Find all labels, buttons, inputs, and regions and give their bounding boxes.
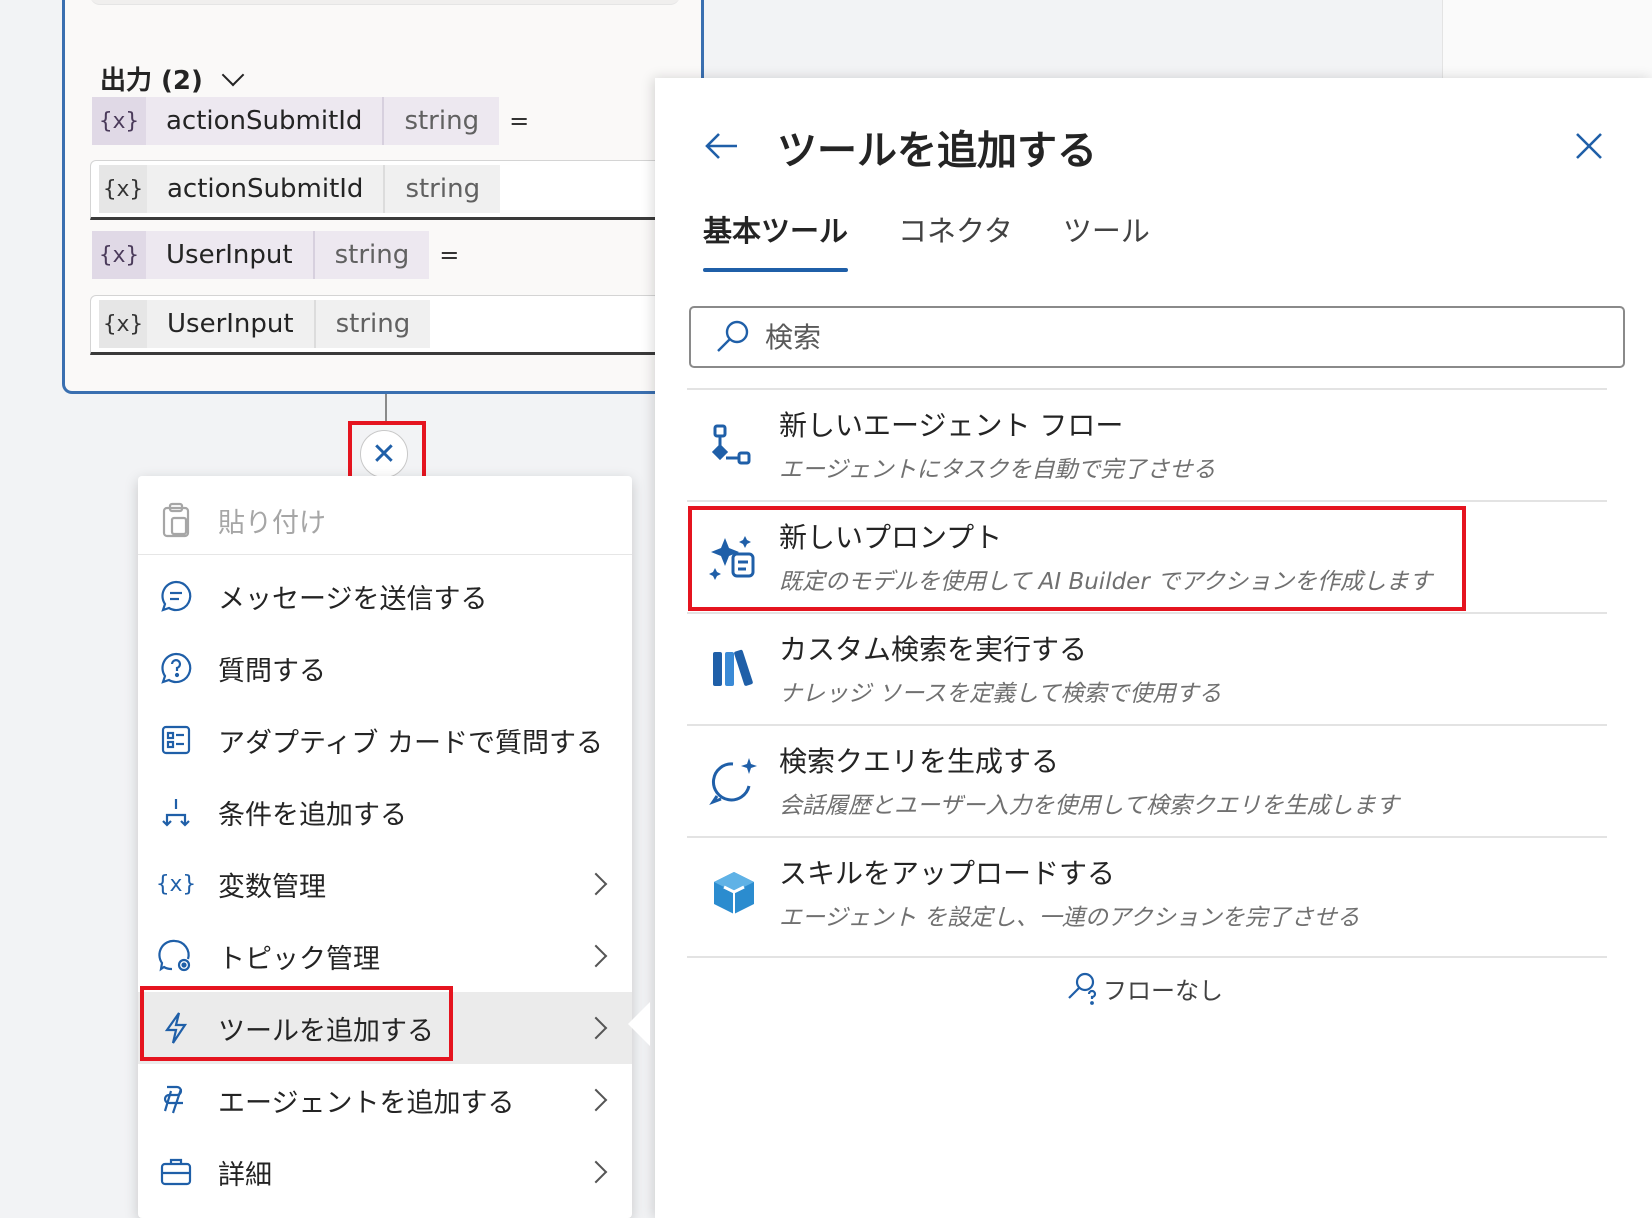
tool-item-upload-skill[interactable]: スキルをアップロードする エージェント を設定し、一連のアクションを完了させる: [687, 836, 1607, 950]
briefcase-icon: [156, 1152, 196, 1192]
tool-item-agent-flow[interactable]: 新しいエージェント フロー エージェントにタスクを自動で完了させる: [687, 388, 1607, 502]
tool-item-title: スキルをアップロードする: [779, 857, 1116, 890]
no-flow-message: フローなし: [1065, 970, 1223, 1006]
search-icon: [717, 320, 749, 352]
output-variable-type: string: [314, 231, 430, 279]
variable-icon: {x}: [156, 871, 196, 897]
chevron-down-icon: [221, 63, 245, 86]
flow-icon: [711, 424, 751, 465]
menu-item-adaptive-card[interactable]: アダプティブ カードで質問する: [138, 704, 632, 776]
panel-title: ツールを追加する: [777, 128, 1097, 174]
tool-item-subtitle: 会話履歴とユーザー入力を使用して検索クエリを生成します: [779, 793, 1399, 819]
tool-item-custom-search[interactable]: カスタム検索を実行する ナレッジ ソースを定義して検索で使用する: [687, 612, 1607, 726]
search-input[interactable]: [763, 319, 1567, 355]
tool-item-title: 検索クエリを生成する: [779, 745, 1060, 778]
tool-tabs: 基本ツール コネクタ ツール: [703, 208, 1150, 272]
tool-item-generate-query[interactable]: 検索クエリを生成する 会話履歴とユーザー入力を使用して検索クエリを生成します: [687, 724, 1607, 838]
output-variable-name: UserInput: [146, 231, 315, 279]
variable-icon: {x}: [92, 231, 146, 279]
output-mapping-field[interactable]: {x} UserInput string: [90, 295, 695, 355]
outputs-header-label: 出力 (2): [100, 66, 203, 96]
clipboard-icon: [156, 500, 196, 540]
output-variable-name: actionSubmitId: [146, 97, 385, 145]
menu-item-label: 貼り付け: [218, 507, 326, 539]
cube-icon: [714, 872, 754, 914]
output-mapping-field[interactable]: {x} actionSubmitId string: [90, 160, 695, 220]
menu-item-label: アダプティブ カードで質問する: [218, 727, 603, 759]
menu-item-add-agent[interactable]: エージェントを追加する: [138, 1064, 632, 1136]
menu-item-label: 質問する: [218, 655, 326, 687]
no-flow-label: フローなし: [1103, 976, 1223, 1005]
equals-sign: =: [439, 241, 460, 269]
output-variable-type: string: [384, 97, 500, 145]
menu-item-add-condition[interactable]: 条件を追加する: [138, 776, 632, 848]
canvas-background-panel: [1442, 0, 1652, 80]
chevron-right-icon: [584, 944, 608, 968]
question-icon: [156, 648, 196, 688]
mapped-variable-name: UserInput: [147, 300, 316, 348]
topic-settings-icon: [156, 936, 196, 976]
list-divider: [687, 956, 1607, 958]
mapped-variable-type: string: [385, 165, 501, 213]
tool-item-subtitle: エージェントにタスクを自動で完了させる: [779, 457, 1216, 483]
tool-item-title: 新しいエージェント フロー: [779, 409, 1124, 442]
menu-item-label: 詳細: [218, 1159, 272, 1191]
node-top-bar: [90, 0, 680, 5]
menu-item-label: トピック管理: [218, 943, 380, 975]
tab-basic-tools[interactable]: 基本ツール: [703, 208, 849, 272]
tool-item-title: カスタム検索を実行する: [779, 633, 1088, 666]
menu-pointer: [628, 1002, 650, 1046]
output-variable-pill[interactable]: {x} actionSubmitId string =: [92, 97, 529, 145]
search-box[interactable]: [689, 306, 1625, 368]
outputs-header[interactable]: 出力 (2): [100, 60, 245, 97]
search-question-icon: [1068, 972, 1097, 1005]
node-connector-line: [385, 394, 387, 424]
agent-icon: [156, 1080, 196, 1120]
menu-item-ask-question[interactable]: 質問する: [138, 632, 632, 704]
equals-sign: =: [509, 107, 530, 135]
chevron-right-icon: [584, 872, 608, 896]
menu-item-label: メッセージを送信する: [218, 583, 488, 615]
tool-item-subtitle: ナレッジ ソースを定義して検索で使用する: [779, 681, 1222, 707]
menu-item-label: エージェントを追加する: [218, 1087, 515, 1119]
add-tool-panel: ツールを追加する 基本ツール コネクタ ツール 新しいエージェント フロー エー…: [655, 78, 1652, 1218]
menu-divider: [138, 554, 632, 555]
menu-item-label: 変数管理: [218, 871, 326, 903]
close-icon[interactable]: [1573, 130, 1605, 162]
variable-icon: {x}: [99, 165, 147, 213]
highlight-box: [140, 986, 453, 1061]
chevron-right-icon: [584, 1016, 608, 1040]
tab-connectors[interactable]: コネクタ: [898, 208, 1013, 272]
tool-item-subtitle: エージェント を設定し、一連のアクションを完了させる: [779, 905, 1360, 931]
menu-item-variable-management[interactable]: {x} 変数管理: [138, 848, 632, 920]
question-node-card: 出力 (2) {x} actionSubmitId string = {x} a…: [62, 0, 704, 394]
back-arrow-icon[interactable]: [701, 126, 741, 166]
variable-icon: {x}: [99, 300, 147, 348]
tab-tools[interactable]: ツール: [1063, 208, 1150, 272]
menu-item-paste[interactable]: 貼り付け: [138, 484, 632, 556]
branch-icon: [156, 792, 196, 832]
mapped-variable-type: string: [315, 300, 431, 348]
chat-icon: [156, 576, 196, 616]
add-node-menu: 貼り付け メッセージを送信する 質問する アダプティブ カードで質問する 条件を…: [138, 476, 632, 1218]
variable-icon: {x}: [92, 97, 146, 145]
highlight-box: [688, 506, 1466, 611]
menu-item-topic-management[interactable]: トピック管理: [138, 920, 632, 992]
menu-item-details[interactable]: 詳細: [138, 1136, 632, 1208]
library-icon: [713, 649, 753, 686]
output-variable-pill[interactable]: {x} UserInput string =: [92, 231, 459, 279]
menu-item-send-message[interactable]: メッセージを送信する: [138, 560, 632, 632]
mapped-variable-name: actionSubmitId: [147, 165, 386, 213]
menu-item-label: 条件を追加する: [218, 799, 407, 831]
card-icon: [156, 720, 196, 760]
chevron-right-icon: [584, 1160, 608, 1184]
chevron-right-icon: [584, 1088, 608, 1112]
chat-sparkle-icon: [709, 758, 757, 806]
